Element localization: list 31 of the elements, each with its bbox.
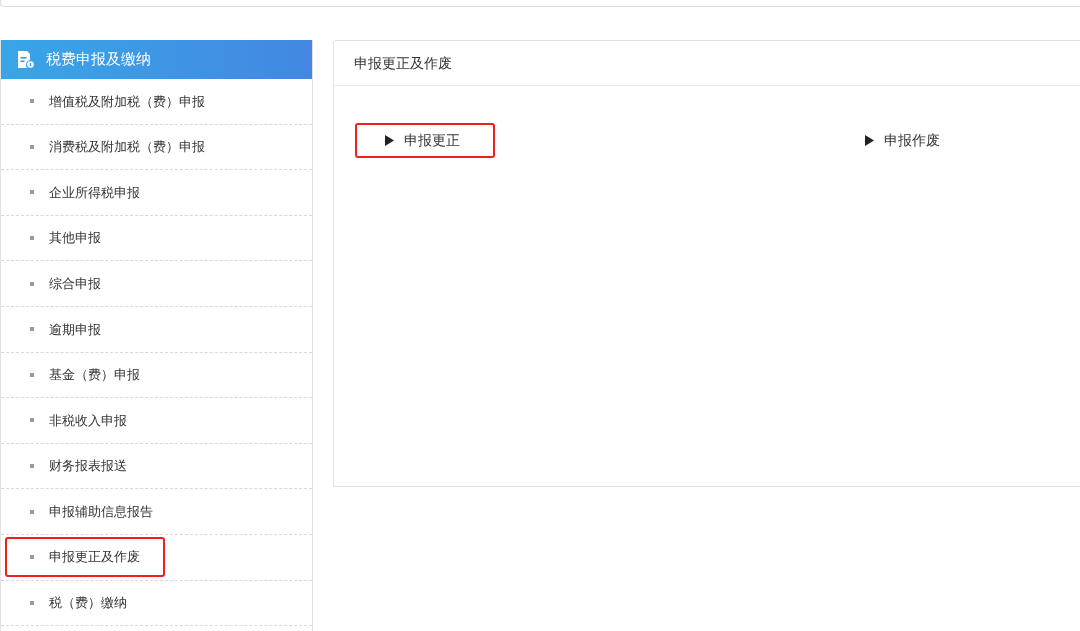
bullet-icon xyxy=(30,509,34,514)
bullet-icon xyxy=(30,372,34,377)
sidebar-item[interactable]: 增值税及附加税（费）申报 xyxy=(5,81,215,122)
sidebar-item[interactable]: 非税收入申报 xyxy=(5,400,165,441)
sidebar-title: 税费申报及缴纳 xyxy=(46,49,151,71)
bullet-icon xyxy=(30,418,34,423)
sidebar-item[interactable]: 基金（费）申报 xyxy=(5,354,165,395)
bullet-icon xyxy=(30,236,34,241)
sidebar-item[interactable]: 申报辅助信息报告 xyxy=(5,491,165,532)
sidebar-item[interactable]: 申报更正及作废 xyxy=(5,537,165,578)
document-icon xyxy=(17,50,34,69)
bullet-icon xyxy=(30,99,34,104)
sidebar-item[interactable]: 逾期申报 xyxy=(5,309,165,350)
bullet-icon xyxy=(30,281,34,286)
panel-title: 申报更正及作废 xyxy=(354,53,452,73)
bullet-icon xyxy=(30,190,34,195)
play-icon xyxy=(865,135,874,146)
action-link[interactable]: 申报更正 xyxy=(355,123,495,158)
sidebar-item[interactable]: 税（费）缴纳 xyxy=(5,582,165,623)
play-icon xyxy=(385,135,394,146)
action-link[interactable]: 申报作废 xyxy=(835,123,975,158)
bullet-icon xyxy=(30,600,34,605)
bullet-icon xyxy=(30,555,34,560)
sidebar-item[interactable]: 企业所得税申报 xyxy=(5,172,165,213)
sidebar-item[interactable]: 其他申报 xyxy=(5,218,165,259)
sidebar-item[interactable]: 综合申报 xyxy=(5,263,165,304)
sidebar-item[interactable]: 消费税及附加税（费）申报 xyxy=(5,126,215,167)
sidebar-item[interactable]: 财务报表报送 xyxy=(5,446,165,487)
bullet-icon xyxy=(30,464,34,469)
bullet-icon xyxy=(30,144,34,149)
bullet-icon xyxy=(30,327,34,332)
